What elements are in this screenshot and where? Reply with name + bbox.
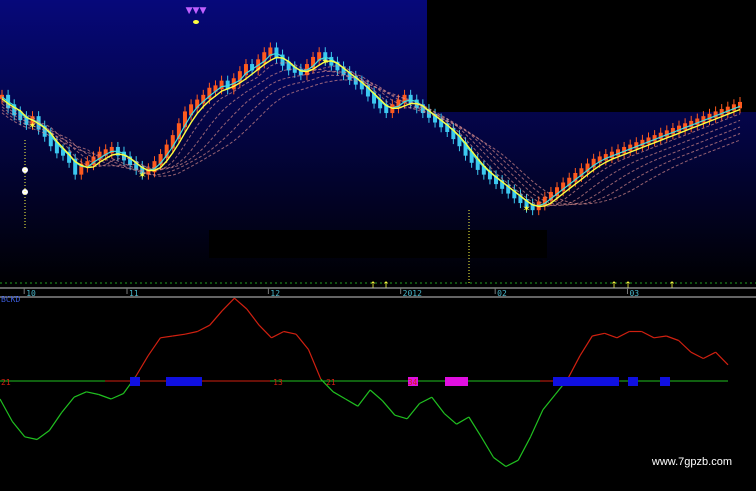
osc-line-segment bbox=[468, 416, 482, 438]
top-signal-icons: ▼▼▼ bbox=[186, 6, 207, 16]
osc-line-segment bbox=[493, 457, 507, 467]
osc-line-segment bbox=[283, 330, 297, 335]
osc-line-segment bbox=[382, 400, 396, 416]
osc-line-segment bbox=[246, 308, 260, 326]
chart-canvas: ✶✶✶✶↑ ↑ ↑ ↑ ↑▼▼▼10 11 12 2012 02 0321 13 21 34 bbox=[0, 0, 756, 487]
osc-line-segment bbox=[641, 330, 655, 339]
signal-bar bbox=[628, 377, 638, 386]
osc-line-segment bbox=[172, 333, 186, 337]
osc-value-label: 21 bbox=[1, 378, 11, 387]
osc-line-segment bbox=[369, 389, 383, 402]
osc-line-segment bbox=[715, 351, 729, 366]
signal-star: ✶ bbox=[28, 121, 36, 132]
overlay-box bbox=[427, 0, 756, 112]
osc-line-segment bbox=[135, 355, 149, 377]
osc-line-segment bbox=[258, 324, 272, 339]
osc-line-segment bbox=[48, 412, 63, 431]
osc-line-segment bbox=[86, 391, 99, 396]
chart-stage: ✶ ✶ ✶ ✶ ↑ ↑ ↑ ↑ ↑ ▼▼▼ 10 11 12 2012 02 03 21 13 21 34 bbox=[0, 0, 756, 487]
osc-line-segment bbox=[160, 335, 173, 339]
arrow-marker: ↑ bbox=[369, 281, 377, 291]
overlay-box-2 bbox=[209, 230, 547, 258]
osc-line-segment bbox=[419, 396, 433, 405]
watermark: www.7gpzb.com bbox=[651, 456, 732, 468]
osc-line-segment bbox=[307, 349, 322, 380]
osc-line-segment bbox=[530, 409, 544, 438]
osc-line-segment bbox=[345, 398, 359, 407]
osc-line-segment bbox=[443, 412, 457, 425]
osc-line-segment bbox=[604, 332, 618, 339]
osc-line-segment bbox=[505, 459, 519, 468]
signal-star: ✶ bbox=[522, 204, 530, 215]
osc-line-segment bbox=[703, 351, 716, 360]
osc-line-segment bbox=[24, 436, 38, 441]
osc-line-segment bbox=[666, 335, 679, 342]
osc-line-segment bbox=[357, 389, 371, 407]
signal-bar bbox=[445, 377, 468, 386]
osc-line-segment bbox=[579, 335, 593, 357]
osc-line-segment bbox=[332, 391, 346, 400]
osc-line-segment bbox=[221, 297, 235, 312]
signal-star: ✶ bbox=[138, 171, 146, 182]
osc-line-segment bbox=[653, 335, 667, 339]
osc-line-segment bbox=[592, 332, 605, 337]
osc-line-segment bbox=[11, 421, 26, 438]
top-signal-dot bbox=[193, 20, 199, 24]
signal-star: ✶ bbox=[321, 57, 329, 68]
osc-line-segment bbox=[542, 394, 556, 411]
osc-line-segment bbox=[271, 330, 285, 339]
osc-line-segment bbox=[0, 398, 13, 422]
osc-line-segment bbox=[431, 396, 445, 414]
osc-line-segment bbox=[690, 351, 704, 360]
osc-line-segment bbox=[517, 436, 532, 461]
signal-bar bbox=[166, 377, 202, 386]
osc-line-segment bbox=[197, 324, 211, 333]
osc-line-segment bbox=[616, 330, 630, 339]
osc-line-segment bbox=[110, 393, 124, 400]
osc-line-segment bbox=[234, 297, 248, 310]
osc-line-segment bbox=[406, 403, 420, 420]
osc-line-segment bbox=[456, 416, 470, 425]
osc-line-segment bbox=[184, 330, 198, 335]
osc-line-segment bbox=[98, 393, 112, 400]
osc-line-segment bbox=[567, 355, 581, 380]
osc-line-segment bbox=[147, 337, 161, 357]
osc-line-segment bbox=[394, 414, 408, 420]
arrow-marker: ↑ bbox=[610, 281, 618, 291]
arrow-marker: ↑ bbox=[668, 281, 676, 291]
osc-line-segment bbox=[678, 340, 692, 353]
indicator-label: BCKD bbox=[1, 295, 21, 304]
osc-line-segment bbox=[36, 430, 50, 440]
osc-value-label: 34 bbox=[408, 378, 418, 387]
signal-bar bbox=[553, 377, 619, 386]
osc-line-segment bbox=[295, 333, 309, 350]
osc-line-segment bbox=[61, 396, 75, 413]
osc-line-segment bbox=[209, 310, 223, 326]
osc-line-segment bbox=[480, 436, 495, 458]
signal-bar bbox=[130, 377, 140, 386]
osc-value-label: 13 bbox=[273, 378, 283, 387]
arrow-marker: ↑ bbox=[382, 281, 390, 291]
signal-bar bbox=[660, 377, 670, 386]
osc-line-segment bbox=[73, 391, 87, 398]
osc-value-label: 21 bbox=[326, 378, 336, 387]
